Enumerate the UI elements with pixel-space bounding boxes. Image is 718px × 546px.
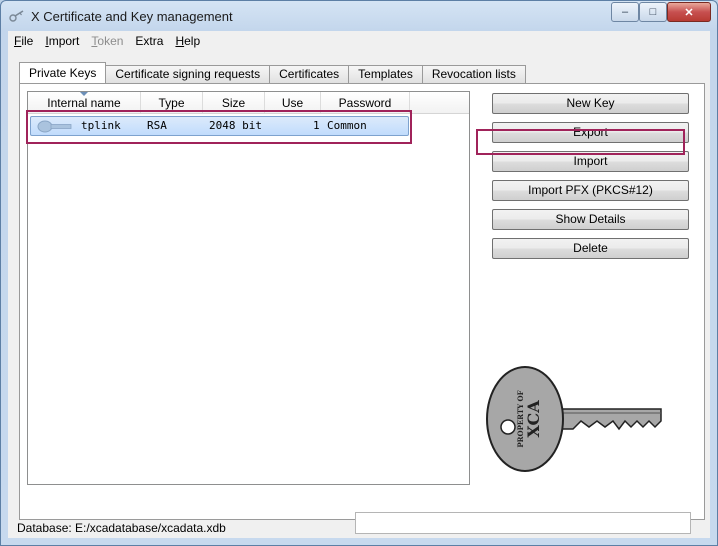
title-bar[interactable]: X Certificate and Key management – □ ✕ — [1, 1, 717, 31]
delete-button[interactable]: Delete — [492, 238, 689, 259]
menu-help[interactable]: Help — [169, 31, 206, 51]
tab-templates[interactable]: Templates — [348, 65, 423, 83]
window-controls: – □ ✕ — [611, 2, 711, 22]
sort-indicator-icon — [80, 92, 88, 96]
tab-bar: Private Keys Certificate signing request… — [19, 62, 526, 83]
database-path: Database: E:/xcadatabase/xcadata.xdb — [17, 521, 226, 535]
key-image-text-2: XCA — [524, 400, 543, 438]
maximize-icon: □ — [649, 6, 657, 18]
key-app-icon — [9, 10, 24, 22]
status-bar: Database: E:/xcadatabase/xcadata.xdb — [8, 512, 710, 538]
tab-certificates[interactable]: Certificates — [269, 65, 350, 83]
maximize-button[interactable]: □ — [639, 2, 667, 22]
window-title: X Certificate and Key management — [31, 9, 233, 24]
show-details-button[interactable]: Show Details — [492, 209, 689, 230]
menu-file[interactable]: File — [8, 31, 39, 51]
menu-extra[interactable]: Extra — [129, 31, 169, 51]
new-key-button[interactable]: New Key — [492, 93, 689, 114]
status-field — [355, 512, 691, 534]
tab-revocation-lists[interactable]: Revocation lists — [421, 65, 526, 83]
main-window: X Certificate and Key management – □ ✕ F… — [0, 0, 718, 546]
keys-list[interactable]: Internal name Type Size Use Password tpl… — [27, 91, 470, 485]
tab-private-keys[interactable]: Private Keys — [19, 62, 107, 83]
close-icon: ✕ — [684, 6, 694, 19]
close-button[interactable]: ✕ — [667, 2, 711, 22]
menu-token[interactable]: Token — [85, 31, 129, 51]
menu-bar: File Import Token Extra Help — [8, 31, 710, 51]
menu-import[interactable]: Import — [39, 31, 85, 51]
minimize-icon: – — [621, 6, 629, 18]
xca-key-image: PROPERTY OF XCA — [486, 366, 662, 472]
minimize-button[interactable]: – — [611, 2, 639, 22]
tab-certificate-signing-requests[interactable]: Certificate signing requests — [105, 65, 271, 83]
import-pfx-button[interactable]: Import PFX (PKCS#12) — [492, 180, 689, 201]
export-highlight-box — [476, 129, 685, 155]
row-highlight-box — [26, 110, 412, 144]
